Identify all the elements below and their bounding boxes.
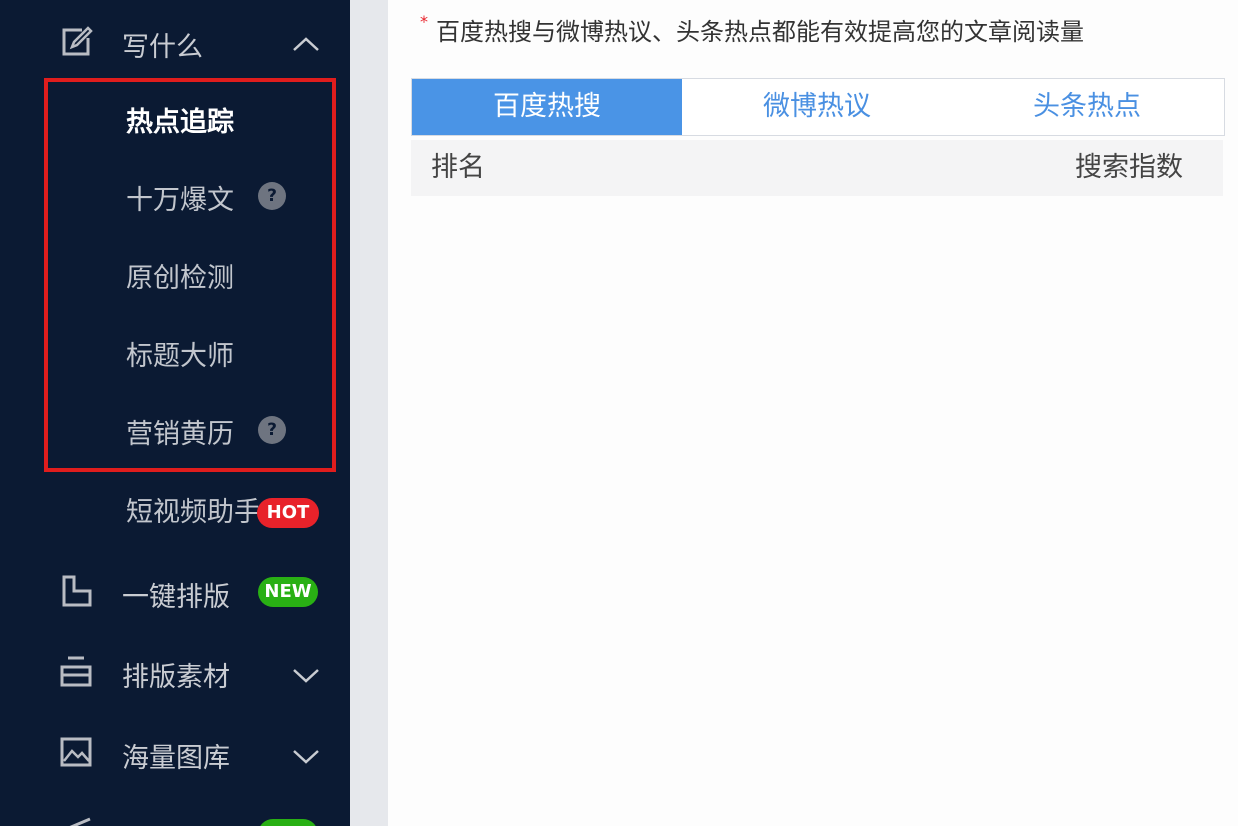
image-icon xyxy=(60,737,92,767)
hot-badge: HOT xyxy=(257,498,319,528)
sidebar-item-label: 海量图库 xyxy=(122,743,230,774)
tabs-bar: 百度热搜 微博热议 头条热点 xyxy=(411,78,1225,136)
chevron-down-icon[interactable] xyxy=(290,665,322,685)
partial-badge xyxy=(258,819,318,826)
gutter xyxy=(350,0,388,826)
sidebar-item-label: 一键排版 xyxy=(122,582,230,613)
sidebar: 写什么 热点追踪 十万爆文 ? 原创检测 标题大师 营销黄历 ? 短视频助手 H… xyxy=(0,0,350,826)
column-header-rank: 排名 xyxy=(431,152,485,183)
sidebar-item-write[interactable]: 写什么 xyxy=(0,7,350,77)
highlight-box xyxy=(44,78,336,472)
sidebar-item-label: 排版素材 xyxy=(122,662,230,693)
sidebar-item-one-click-layout[interactable]: 一键排版 NEW xyxy=(0,557,350,627)
sidebar-item-label: 写什么 xyxy=(122,32,203,63)
column-header-search-index: 搜索指数 xyxy=(1075,152,1183,183)
sidebar-subitem-short-video-assistant[interactable]: 短视频助手 HOT xyxy=(0,488,350,532)
layout-icon xyxy=(62,575,92,607)
sidebar-subitem-label: 短视频助手 xyxy=(126,497,261,528)
chevron-down-icon[interactable] xyxy=(290,746,322,766)
chevron-up-icon[interactable] xyxy=(290,34,322,54)
tab-toutiao-hot-spots[interactable]: 头条热点 xyxy=(952,79,1222,135)
tab-weibo-hot-topics[interactable]: 微博热议 xyxy=(682,79,952,135)
notice-message: 百度热搜与微博热议、头条热点都能有效提高您的文章阅读量 xyxy=(436,18,1084,46)
material-icon xyxy=(60,656,92,687)
main-panel: * 百度热搜与微博热议、头条热点都能有效提高您的文章阅读量 百度热搜 微博热议 头… xyxy=(388,0,1238,826)
notice-text: * 百度热搜与微博热议、头条热点都能有效提高您的文章阅读量 xyxy=(420,12,1084,47)
edit-icon xyxy=(62,26,93,56)
sidebar-item-partial[interactable] xyxy=(0,805,350,826)
required-star: * xyxy=(420,12,428,31)
sidebar-item-image-gallery[interactable]: 海量图库 xyxy=(0,718,350,788)
new-badge: NEW xyxy=(258,577,318,607)
table-header: 排名 搜索指数 xyxy=(411,140,1223,196)
sidebar-item-layout-materials[interactable]: 排版素材 xyxy=(0,637,350,707)
tab-baidu-hot-search[interactable]: 百度热搜 xyxy=(412,79,682,135)
send-icon xyxy=(69,817,91,826)
